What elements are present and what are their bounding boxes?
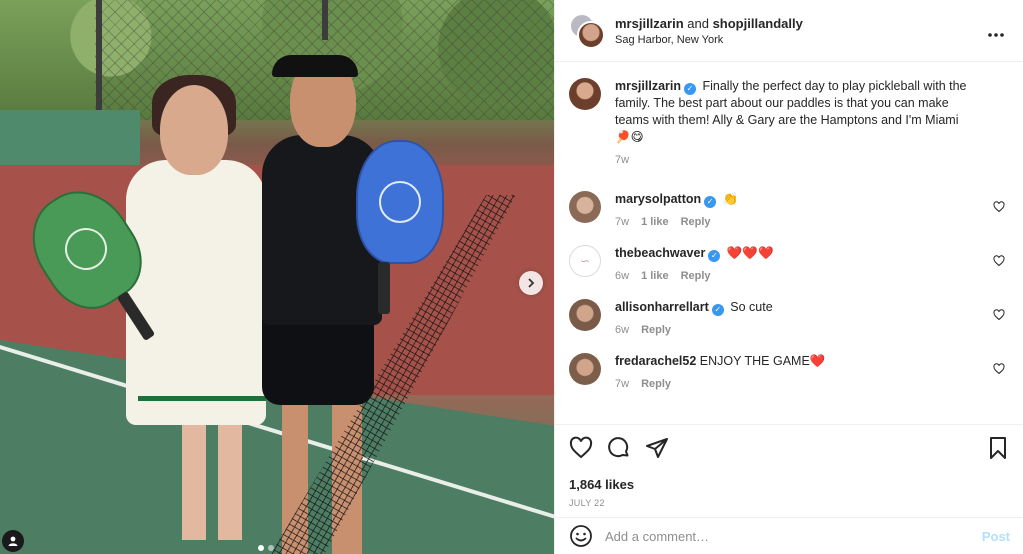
- comment-text: ENJOY THE GAME❤️: [699, 354, 826, 368]
- caption-body: mrsjillzarin ✓ Finally the perfect day to…: [615, 78, 1009, 169]
- blue-paddle: [356, 140, 444, 264]
- caption-username[interactable]: mrsjillzarin: [615, 79, 681, 93]
- more-horizontal-icon: [988, 33, 1004, 37]
- comment-text: ❤️❤️❤️: [726, 246, 774, 260]
- action-icons: [569, 435, 1010, 461]
- reply-button[interactable]: Reply: [681, 268, 711, 285]
- paddle-emblem: [56, 219, 116, 279]
- like-comment-button[interactable]: [993, 201, 1005, 216]
- caption-emoji: 🏓😋: [615, 130, 644, 144]
- comment-time[interactable]: 7w: [615, 376, 629, 393]
- comment-meta: 6w 1 like Reply: [615, 268, 979, 285]
- comments-list: mrsjillzarin ✓ Finally the perfect day to…: [555, 62, 1023, 422]
- reply-button[interactable]: Reply: [681, 214, 711, 231]
- comment-text: 👏: [722, 192, 739, 206]
- comment-item: fredarachel52 ENJOY THE GAME❤️ 7w Reply: [569, 353, 1009, 393]
- header-usernames: mrsjillzarin and shopjillandally: [615, 16, 1009, 31]
- next-photo-button[interactable]: [519, 271, 543, 295]
- paddle-handle: [378, 262, 390, 314]
- verified-icon: ✓: [711, 304, 724, 316]
- heart-icon: [993, 309, 1005, 321]
- comment-body: fredarachel52 ENJOY THE GAME❤️ 7w Reply: [615, 353, 1009, 393]
- comment-item: ∽ thebeachwaver ✓ ❤️❤️❤️ 6w 1 like Reply: [569, 245, 1009, 285]
- comment-body: allisonharrellart ✓ So cute 6w Reply: [615, 299, 1009, 339]
- comment-meta: 7w Reply: [615, 376, 979, 393]
- carousel-indicator: [258, 545, 274, 551]
- likes-count[interactable]: 1,864 likes: [569, 477, 1010, 492]
- chevron-right-icon: [528, 278, 535, 288]
- and-text: and: [683, 15, 713, 31]
- user-tag-icon: [8, 536, 18, 546]
- comment-likes[interactable]: 1 like: [641, 214, 669, 231]
- avatar[interactable]: [569, 191, 601, 223]
- avatar[interactable]: [569, 299, 601, 331]
- reply-button[interactable]: Reply: [641, 376, 671, 393]
- like-comment-button[interactable]: [993, 363, 1005, 378]
- add-comment-bar: Post: [555, 517, 1023, 554]
- post-actions: 1,864 likes JULY 22: [555, 424, 1023, 508]
- location-link[interactable]: Sag Harbor, New York: [615, 34, 1009, 46]
- comment-username[interactable]: thebeachwaver: [615, 246, 705, 260]
- heart-icon: [993, 255, 1005, 267]
- comment-item: marysolpatton ✓ 👏 7w 1 like Reply: [569, 191, 1009, 231]
- collab-avatars[interactable]: [569, 12, 605, 49]
- comment-username[interactable]: fredarachel52: [615, 354, 696, 368]
- more-options-button[interactable]: [983, 18, 1009, 47]
- verified-icon: ✓: [708, 250, 721, 262]
- comment-text: So cute: [730, 300, 773, 314]
- post-photo[interactable]: [0, 0, 554, 554]
- heart-icon: [993, 363, 1005, 375]
- comment-item: allisonharrellart ✓ So cute 6w Reply: [569, 299, 1009, 339]
- paddle-emblem: [379, 181, 421, 223]
- comment-icon[interactable]: [607, 436, 631, 460]
- caption-time[interactable]: 7w: [615, 152, 629, 169]
- carousel-dot: [258, 545, 264, 551]
- comment-username[interactable]: allisonharrellart: [615, 300, 709, 314]
- person-face: [160, 85, 228, 175]
- post-date: JULY 22: [569, 498, 605, 508]
- bookmark-icon[interactable]: [986, 436, 1010, 460]
- comment-input[interactable]: [605, 528, 982, 544]
- comment-time[interactable]: 6w: [615, 322, 629, 339]
- emoji-icon[interactable]: [569, 524, 593, 548]
- dress-stripe: [138, 396, 266, 401]
- post-panel: mrsjillzarin and shopjillandally Sag Har…: [554, 0, 1023, 554]
- reply-button[interactable]: Reply: [641, 322, 671, 339]
- person-legs: [182, 420, 242, 540]
- person-white-dress: [126, 160, 266, 425]
- username-link[interactable]: shopjillandally: [713, 16, 803, 31]
- post-header: mrsjillzarin and shopjillandally Sag Har…: [555, 0, 1023, 62]
- comment-likes[interactable]: 1 like: [641, 268, 669, 285]
- comment-body: thebeachwaver ✓ ❤️❤️❤️ 6w 1 like Reply: [615, 245, 1009, 285]
- comment-meta: 7w 1 like Reply: [615, 214, 979, 231]
- comment-username[interactable]: marysolpatton: [615, 192, 701, 206]
- heart-icon: [993, 201, 1005, 213]
- verified-icon: ✓: [704, 196, 717, 208]
- avatar[interactable]: ∽: [569, 245, 601, 277]
- header-text: mrsjillzarin and shopjillandally Sag Har…: [615, 16, 1009, 46]
- like-comment-button[interactable]: [993, 255, 1005, 270]
- username-link[interactable]: mrsjillzarin: [615, 16, 684, 31]
- carousel-dot: [268, 545, 274, 551]
- tagged-users-button[interactable]: [2, 530, 24, 552]
- avatar[interactable]: [569, 353, 601, 385]
- person-visor: [272, 55, 358, 77]
- verified-icon: ✓: [684, 83, 696, 95]
- avatar: [577, 20, 605, 49]
- caption-meta: 7w: [615, 152, 979, 169]
- comment-time[interactable]: 6w: [615, 268, 629, 285]
- post-comment-button[interactable]: Post: [982, 529, 1010, 544]
- fence-post: [322, 0, 328, 40]
- avatar[interactable]: [569, 78, 601, 110]
- share-icon[interactable]: [645, 436, 669, 460]
- heart-icon[interactable]: [569, 436, 593, 460]
- comment-time[interactable]: 7w: [615, 214, 629, 231]
- post-caption: mrsjillzarin ✓ Finally the perfect day to…: [569, 78, 1009, 169]
- background-court: [0, 110, 140, 170]
- comment-body: marysolpatton ✓ 👏 7w 1 like Reply: [615, 191, 1009, 231]
- comment-meta: 6w Reply: [615, 322, 979, 339]
- like-comment-button[interactable]: [993, 309, 1005, 324]
